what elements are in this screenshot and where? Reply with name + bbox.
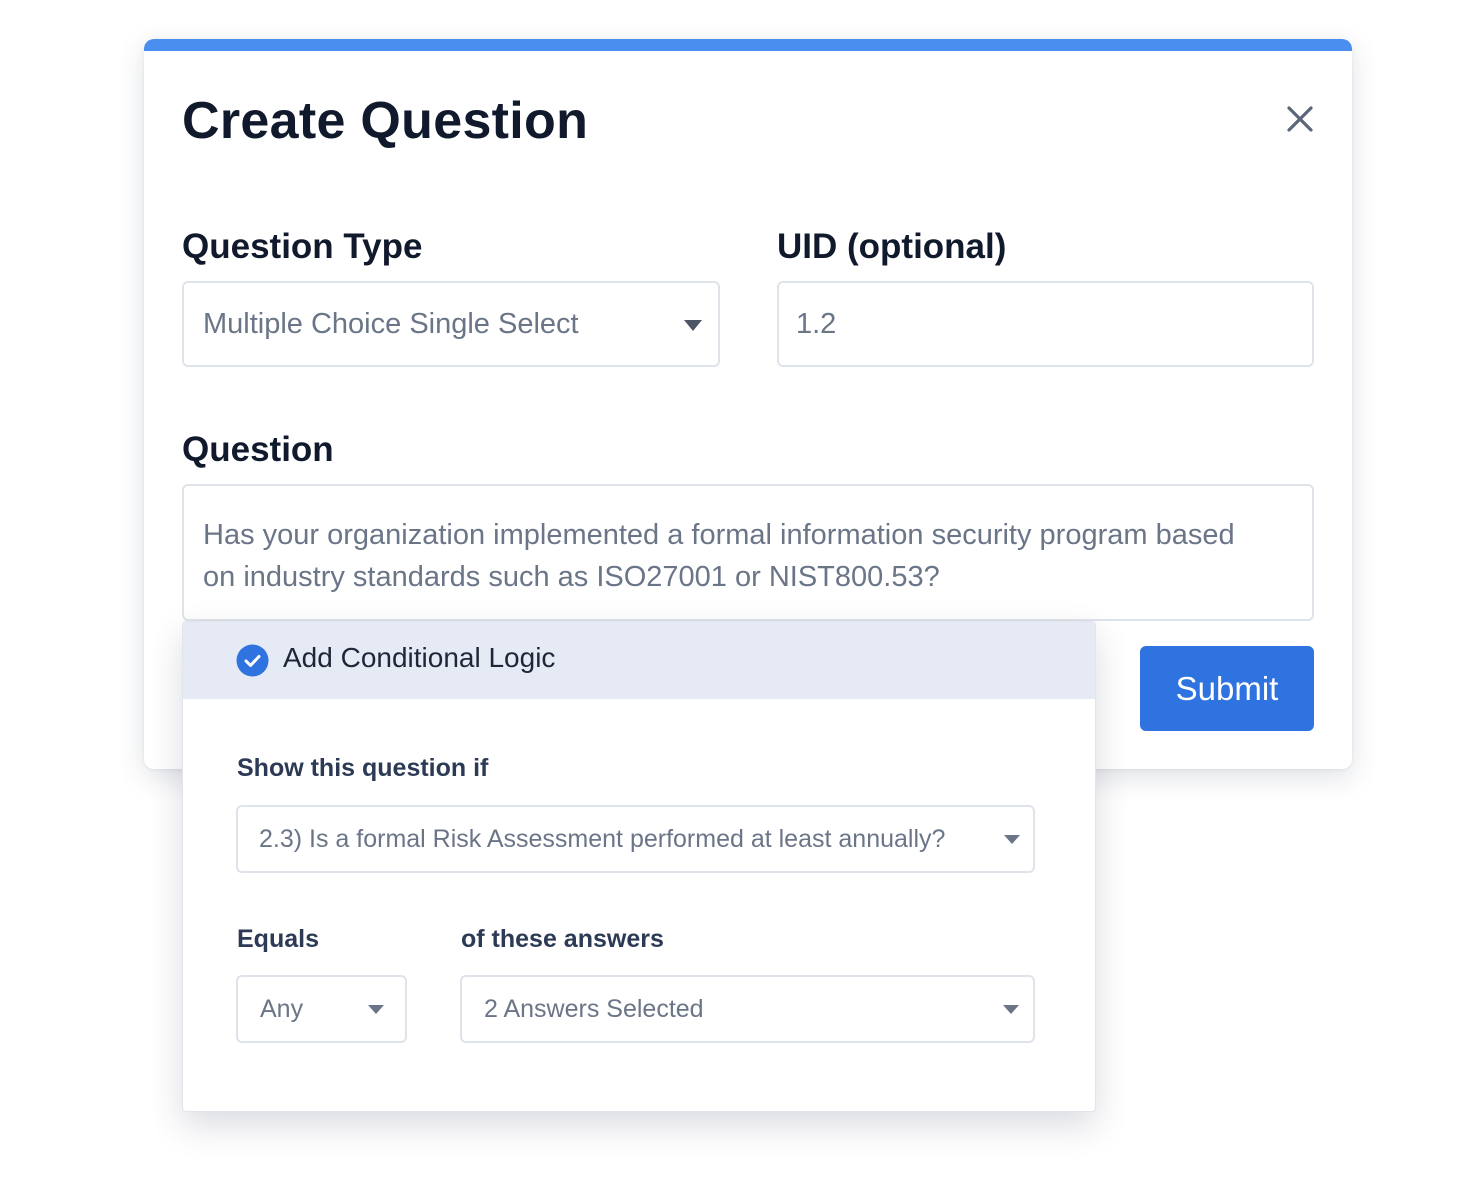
show-if-value: 2.3) Is a formal Risk Assessment perform… bbox=[259, 824, 946, 853]
close-button[interactable] bbox=[1280, 99, 1320, 139]
conditional-logic-panel: Add Conditional Logic Show this question… bbox=[182, 621, 1096, 1112]
conditional-logic-title: Add Conditional Logic bbox=[283, 642, 556, 673]
equals-select[interactable]: Any bbox=[236, 975, 407, 1043]
uid-value: 1.2 bbox=[796, 307, 837, 340]
answers-value: 2 Answers Selected bbox=[484, 994, 704, 1023]
answers-label: of these answers bbox=[461, 925, 664, 953]
conditional-logic-toggle[interactable]: Add Conditional Logic bbox=[183, 622, 1095, 699]
question-textarea[interactable]: Has your organization implemented a form… bbox=[182, 484, 1314, 621]
chevron-down-icon bbox=[1003, 1005, 1019, 1014]
submit-button[interactable]: Submit bbox=[1140, 646, 1314, 731]
check-circle-icon[interactable] bbox=[236, 644, 269, 677]
show-if-select[interactable]: 2.3) Is a formal Risk Assessment perform… bbox=[236, 805, 1035, 873]
question-text: Has your organization implemented a form… bbox=[203, 519, 1235, 593]
question-label: Question bbox=[182, 430, 334, 469]
chevron-down-icon bbox=[684, 320, 702, 331]
show-if-label: Show this question if bbox=[237, 754, 489, 782]
uid-label: UID (optional) bbox=[777, 227, 1007, 266]
answers-select[interactable]: 2 Answers Selected bbox=[460, 975, 1035, 1043]
chevron-down-icon bbox=[1004, 835, 1020, 844]
stage: Create Question Question Type Multiple C… bbox=[0, 0, 1471, 1177]
equals-value: Any bbox=[260, 994, 304, 1023]
modal-title: Create Question bbox=[182, 92, 589, 150]
close-icon bbox=[1287, 106, 1313, 132]
chevron-down-icon bbox=[368, 1005, 384, 1014]
uid-input[interactable]: 1.2 bbox=[777, 281, 1314, 367]
question-type-label: Question Type bbox=[182, 227, 423, 266]
question-type-select[interactable]: Multiple Choice Single Select bbox=[182, 281, 720, 367]
question-type-value: Multiple Choice Single Select bbox=[203, 307, 579, 340]
modal-accent-bar bbox=[144, 39, 1352, 51]
equals-label: Equals bbox=[237, 925, 319, 953]
